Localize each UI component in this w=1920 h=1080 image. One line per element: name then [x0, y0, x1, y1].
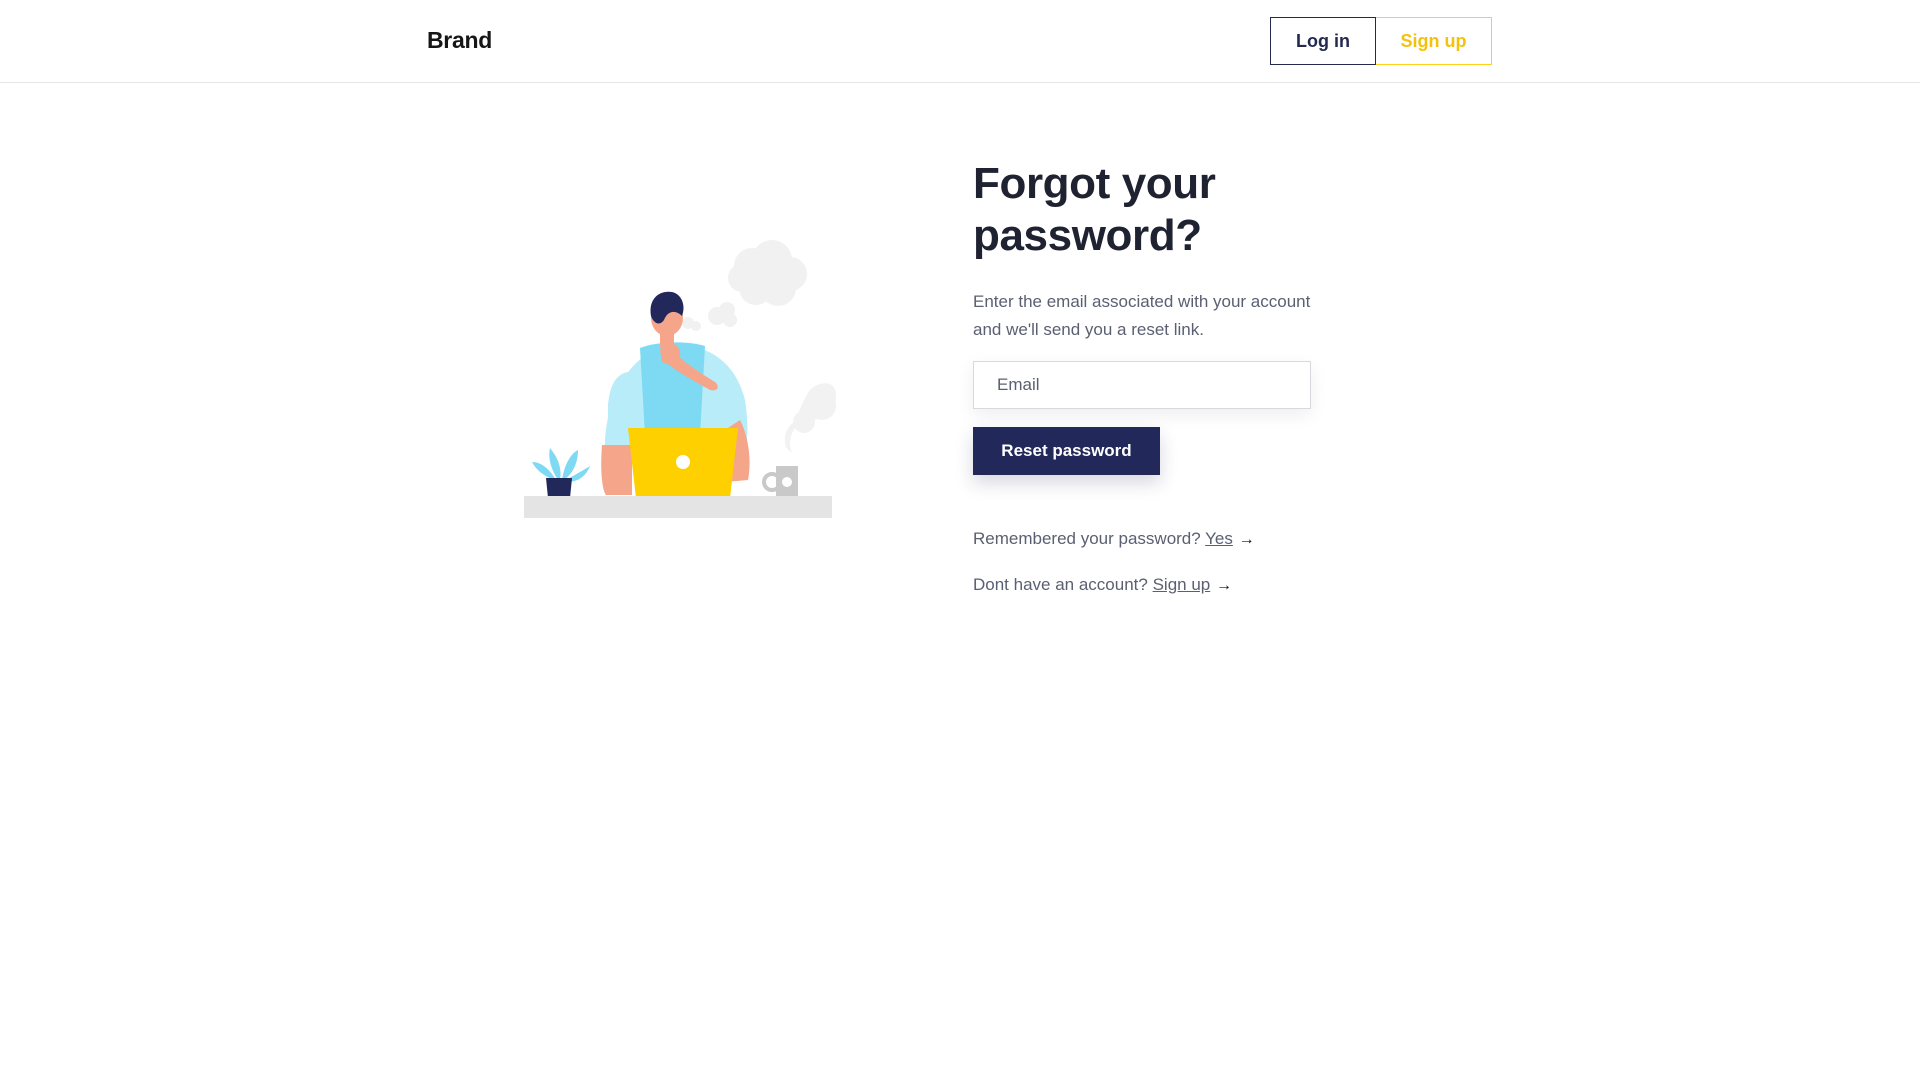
brand-logo[interactable]: Brand [427, 27, 492, 54]
yes-link[interactable]: Yes [1205, 529, 1233, 548]
description-text: Enter the email associated with your acc… [973, 292, 1311, 339]
arrow-right-icon: → [1238, 531, 1255, 548]
email-field[interactable] [973, 361, 1311, 409]
page-title: Forgot your password? [973, 158, 1393, 263]
signup-link[interactable]: Sign up [1153, 575, 1211, 594]
reset-password-form: Forgot your password? Enter the email as… [973, 158, 1393, 598]
top-navbar: Brand Log in Sign up [0, 0, 1920, 83]
remembered-password-row: Remembered your password? Yes → [973, 527, 1393, 552]
thought-cloud-icon [682, 240, 807, 331]
no-account-row: Dont have an account? Sign up → [973, 573, 1393, 598]
steam-icon [784, 383, 837, 452]
no-account-text: Dont have an account? [973, 575, 1148, 594]
laptop-icon [628, 428, 738, 498]
title-line-1: Forgot your [973, 159, 1216, 208]
reset-password-button[interactable]: Reset password [973, 427, 1160, 475]
desk [524, 496, 832, 518]
nav-actions: Log in Sign up [1270, 17, 1492, 65]
login-button[interactable]: Log in [1270, 17, 1376, 65]
title-question-mark: ? [1175, 211, 1202, 260]
arrow-right-icon: → [1216, 577, 1232, 594]
title-highlight: password [973, 211, 1176, 263]
mug-icon [762, 466, 798, 498]
signup-button[interactable]: Sign up [1376, 17, 1492, 65]
thinking-person-illustration [520, 230, 880, 520]
plant-icon [532, 448, 590, 498]
remembered-password-text: Remembered your password? [973, 529, 1201, 548]
